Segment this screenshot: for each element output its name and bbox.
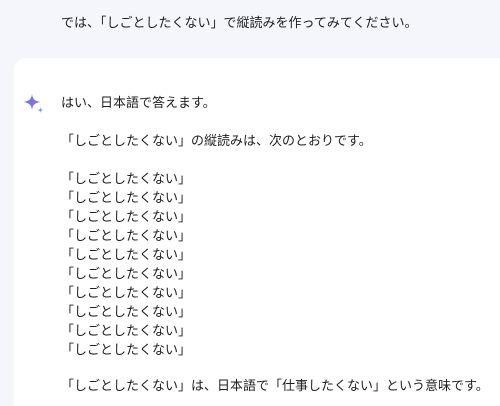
list-item: 「しごとしたくない」 (61, 210, 192, 225)
list-item: 「しごとしたくない」 (61, 191, 192, 206)
list-item: 「しごとしたくない」 (61, 305, 192, 320)
response-intro: はい、日本語で答えます。 (61, 96, 216, 111)
list-item: 「しごとしたくない」 (61, 343, 192, 358)
list-item: 「しごとしたくない」 (61, 286, 192, 301)
chat-window: では、「しごとしたくない」で縦読みを作ってみてください。 はい、日本語で答えます… (0, 0, 500, 406)
list-item: 「しごとしたくない」 (61, 324, 192, 339)
list-item: 「しごとしたくない」 (61, 172, 192, 187)
acrostic-list: 「しごとしたくない」 「しごとしたくない」 「しごとしたくない」 「しごとしたく… (61, 170, 191, 360)
user-prompt-text: では、「しごとしたくない」で縦読みを作ってみてください。 (61, 16, 418, 31)
list-item: 「しごとしたくない」 (61, 267, 192, 282)
list-item: 「しごとしたくない」 (61, 229, 192, 244)
list-item: 「しごとしたくない」 (61, 248, 192, 263)
sparkle-icon (24, 94, 44, 113)
response-description: 「しごとしたくない」の縦読みは、次のとおりです。 (61, 134, 372, 149)
response-closing: 「しごとしたくない」は、日本語で「仕事したくない」という意味です。 (61, 379, 489, 394)
